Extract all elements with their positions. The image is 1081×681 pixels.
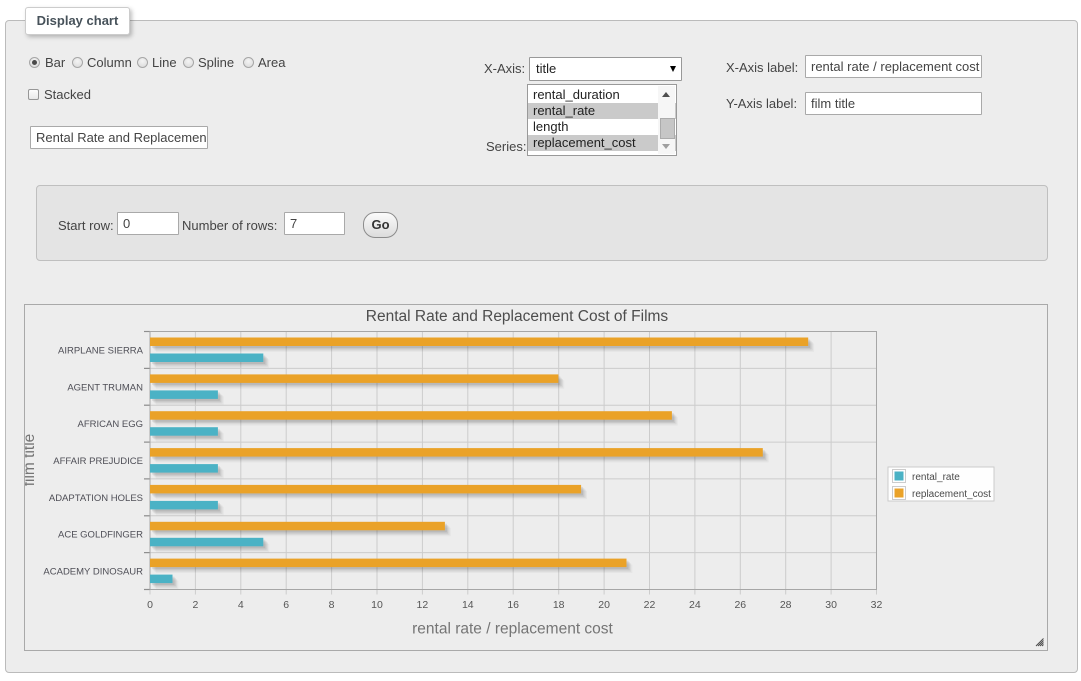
svg-text:30: 30 bbox=[825, 599, 837, 611]
svg-text:8: 8 bbox=[329, 599, 335, 611]
svg-text:4: 4 bbox=[238, 599, 244, 611]
svg-text:Rental Rate and Replacement Co: Rental Rate and Replacement Cost of Film… bbox=[366, 308, 669, 325]
svg-text:replacement_cost: replacement_cost bbox=[912, 489, 991, 500]
svg-text:AFFAIR PREJUDICE: AFFAIR PREJUDICE bbox=[53, 456, 143, 467]
svg-text:2: 2 bbox=[192, 599, 198, 611]
svg-text:12: 12 bbox=[417, 599, 429, 611]
svg-text:24: 24 bbox=[689, 599, 701, 611]
svg-text:ADAPTATION HOLES: ADAPTATION HOLES bbox=[49, 493, 143, 504]
svg-text:20: 20 bbox=[598, 599, 610, 611]
svg-text:ACE GOLDFINGER: ACE GOLDFINGER bbox=[58, 530, 143, 541]
svg-text:AIRPLANE SIERRA: AIRPLANE SIERRA bbox=[58, 345, 144, 356]
svg-text:AGENT TRUMAN: AGENT TRUMAN bbox=[67, 382, 143, 393]
svg-text:6: 6 bbox=[283, 599, 289, 611]
svg-text:rental_rate: rental_rate bbox=[912, 472, 960, 483]
svg-text:26: 26 bbox=[734, 599, 746, 611]
svg-text:0: 0 bbox=[147, 599, 153, 611]
svg-text:14: 14 bbox=[462, 599, 474, 611]
svg-text:32: 32 bbox=[871, 599, 883, 611]
svg-text:rental rate / replacement cost: rental rate / replacement cost bbox=[412, 621, 613, 638]
svg-text:10: 10 bbox=[371, 599, 383, 611]
svg-text:film title: film title bbox=[25, 434, 38, 487]
svg-text:28: 28 bbox=[780, 599, 792, 611]
svg-text:AFRICAN EGG: AFRICAN EGG bbox=[78, 419, 143, 430]
svg-text:18: 18 bbox=[553, 599, 565, 611]
svg-text:16: 16 bbox=[507, 599, 519, 611]
svg-text:22: 22 bbox=[644, 599, 656, 611]
svg-text:ACADEMY DINOSAUR: ACADEMY DINOSAUR bbox=[43, 567, 143, 578]
